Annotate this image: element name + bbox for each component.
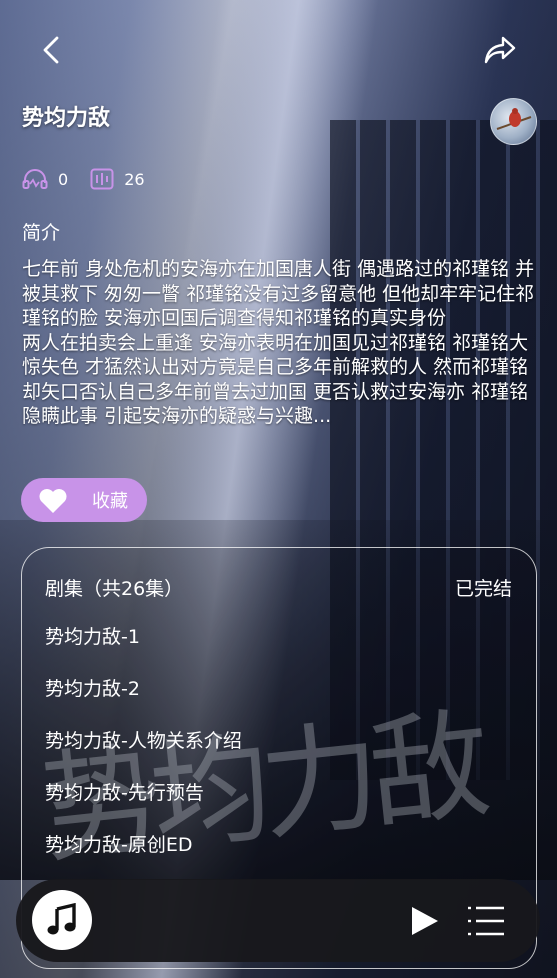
listen-count-value: 0 xyxy=(58,169,69,189)
episode-item[interactable]: 势均力敌-先行预告 xyxy=(45,778,242,830)
intro-heading: 简介 xyxy=(22,222,61,244)
chevron-left-icon xyxy=(43,36,59,64)
episode-header: 剧集（共26集） xyxy=(45,578,184,600)
episode-item[interactable]: 势均力敌-原创ED xyxy=(45,830,242,882)
now-playing-disc[interactable] xyxy=(32,890,92,950)
author-avatar[interactable] xyxy=(490,98,537,145)
music-note-icon xyxy=(47,903,76,935)
intro-description: 七年前 身处危机的安海亦在加国唐人街 偶遇路过的祁瑾铭 并被其救下 匆匆一瞥 祁… xyxy=(22,257,538,429)
intro-paragraph-1: 七年前 身处危机的安海亦在加国唐人街 偶遇路过的祁瑾铭 并被其救下 匆匆一瞥 祁… xyxy=(22,258,535,329)
play-icon[interactable] xyxy=(408,905,440,937)
back-button[interactable] xyxy=(32,30,72,70)
playlist-icon[interactable] xyxy=(466,904,506,938)
page-title: 势均力敌 xyxy=(22,106,111,131)
favorite-button[interactable]: 收藏 xyxy=(21,478,147,522)
heart-icon xyxy=(39,488,67,513)
headphones-icon xyxy=(22,169,48,189)
episode-item[interactable]: 势均力敌-人物关系介绍 xyxy=(45,726,242,778)
episode-count-value: 26 xyxy=(124,169,145,189)
listen-count: 0 xyxy=(22,168,68,190)
bird-avatar-icon xyxy=(496,108,532,130)
episode-count: 26 xyxy=(90,168,145,190)
intro-paragraph-2: 两人在拍卖会上重逢 安海亦表明在加国见过祁瑾铭 祁瑾铭大惊失色 才猛然认出对方竟… xyxy=(22,331,529,428)
favorite-label: 收藏 xyxy=(92,491,128,512)
share-arrow-icon xyxy=(484,36,516,64)
episode-list: 势均力敌-1 势均力敌-2 势均力敌-人物关系介绍 势均力敌-先行预告 势均力敌… xyxy=(45,622,242,882)
mini-player xyxy=(16,879,540,962)
episode-item[interactable]: 势均力敌-1 xyxy=(45,622,242,674)
share-button[interactable] xyxy=(480,30,520,70)
episode-item[interactable]: 势均力敌-2 xyxy=(45,674,242,726)
completion-status: 已完结 xyxy=(454,578,512,600)
stats-row: 0 26 xyxy=(22,166,167,192)
playlist-bars-icon xyxy=(90,168,114,190)
